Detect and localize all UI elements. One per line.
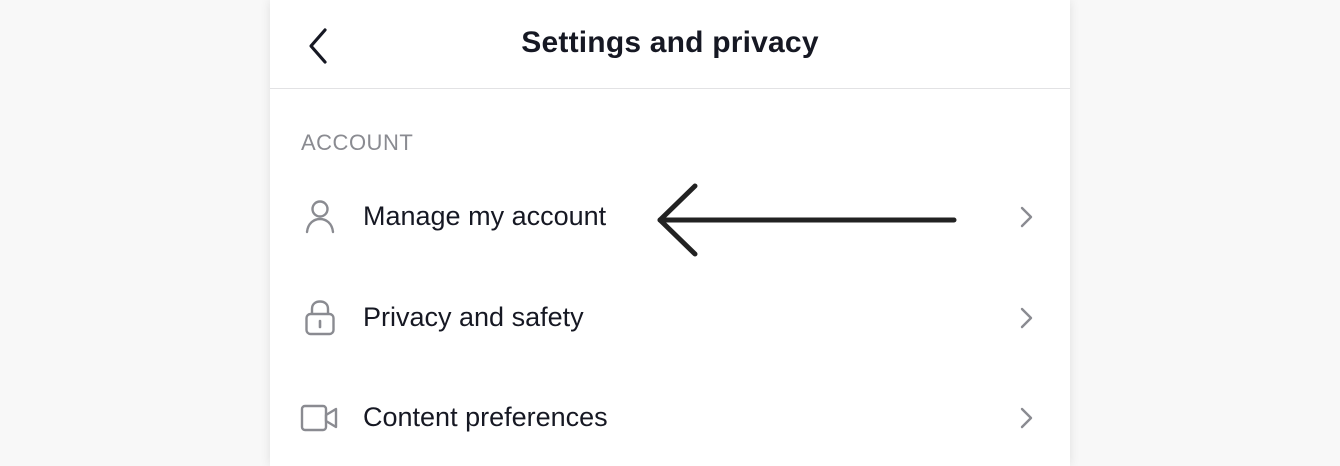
header: Settings and privacy bbox=[270, 0, 1070, 89]
menu-item-content-preferences[interactable]: Content preferences bbox=[270, 373, 1070, 463]
chevron-right-icon bbox=[1020, 407, 1033, 429]
menu-item-privacy-safety[interactable]: Privacy and safety bbox=[270, 273, 1070, 363]
chevron-right-icon bbox=[1020, 206, 1033, 228]
section-label-account: ACCOUNT bbox=[301, 130, 414, 155]
menu-item-label: Content preferences bbox=[363, 402, 608, 432]
annotation-arrow-icon bbox=[657, 183, 957, 257]
video-camera-icon bbox=[300, 398, 340, 438]
menu-item-label: Privacy and safety bbox=[363, 302, 584, 332]
page-title: Settings and privacy bbox=[521, 26, 819, 59]
person-icon bbox=[300, 197, 340, 237]
menu-item-label: Manage my account bbox=[363, 201, 607, 231]
chevron-right-icon bbox=[1020, 307, 1033, 329]
lock-icon bbox=[300, 298, 340, 338]
